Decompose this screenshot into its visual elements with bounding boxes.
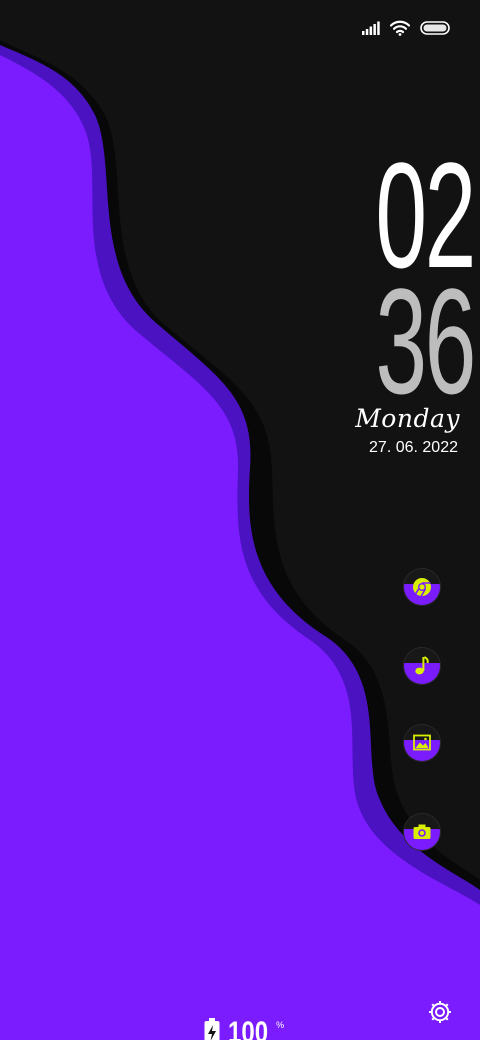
gear-icon [429,1001,451,1023]
image-icon [413,734,431,751]
battery-percentage: 100 [228,1016,269,1040]
cellular-signal-icon [362,21,380,35]
settings-button[interactable] [426,998,454,1026]
clock-date: 27. 06. 2022 [369,439,458,456]
battery-status: 100 % [204,1018,284,1040]
chrome-app-button[interactable] [404,569,440,605]
clock-widget[interactable]: 02 36 Monday 27. 06. 2022 [326,140,476,457]
chrome-icon [413,578,431,597]
battery-unit: % [276,1020,285,1030]
status-bar [362,18,450,38]
gallery-app-button[interactable] [404,725,440,761]
battery-pill-icon [420,21,450,35]
wifi-icon [390,20,410,36]
music-app-button[interactable] [404,648,440,684]
lock-screen: 02 36 Monday 27. 06. 2022 100 % [0,0,480,1040]
camera-icon [413,824,431,839]
camera-app-button[interactable] [404,814,440,850]
clock-minute: 36 [375,257,476,425]
music-note-icon [415,656,429,675]
battery-charging-icon [204,1018,220,1040]
